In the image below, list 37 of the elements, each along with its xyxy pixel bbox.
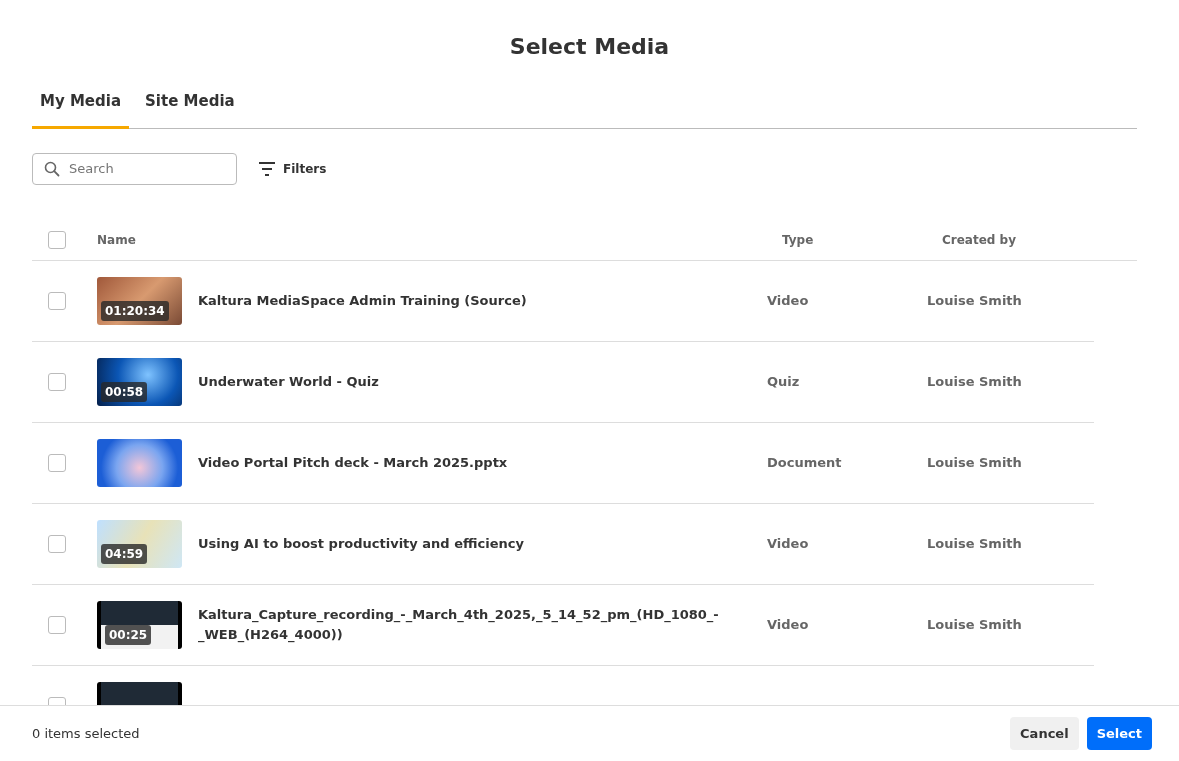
media-type: Document [767, 454, 843, 473]
filter-icon [259, 161, 275, 176]
duration-label: 01:20:34 [101, 300, 169, 321]
media-type: Quiz [767, 373, 801, 392]
media-name: Using AI to boost productivity and efficiency [198, 535, 525, 554]
duration-label: 00:25 [105, 624, 152, 645]
media-type: Video [767, 292, 810, 311]
media-type: Video [767, 616, 810, 635]
filters-button[interactable]: Filters [253, 158, 333, 179]
duration-label: 00:58 [101, 381, 148, 402]
media-name: Video Portal Pitch deck - March 2025.pptx [198, 454, 509, 473]
creator-name: Louise Smith [927, 535, 1022, 554]
row-checkbox[interactable] [48, 453, 66, 472]
tab[interactable]: My Media [32, 86, 130, 129]
row-checkbox[interactable] [48, 534, 66, 553]
media-type: Video [767, 535, 810, 554]
column-header: Type [782, 233, 814, 248]
media-name: Underwater World - Quiz [198, 373, 380, 392]
media-name: Kaltura MediaSpace Admin Training (Source) [198, 292, 528, 311]
column-header: Name [97, 233, 136, 248]
creator-name: Louise Smith [927, 616, 1022, 635]
tab[interactable]: Site Media [137, 86, 243, 129]
media-name: Kaltura_Capture_recording_-_March_4th_2025,_5_14_52_pm_(HD_1080_-_WEB_(H264_4000)) [198, 606, 720, 645]
select-all-checkbox[interactable] [48, 231, 66, 250]
creator-name: Louise Smith [927, 454, 1022, 473]
row-checkbox[interactable] [48, 372, 66, 391]
row-checkbox[interactable] [48, 615, 66, 634]
select-button[interactable]: Select [1086, 716, 1152, 751]
creator-name: Louise Smith [927, 292, 1022, 311]
selection-count: 0 items selected [32, 724, 140, 743]
cancel-button[interactable]: Cancel [1010, 716, 1079, 751]
dialog-title: Select Media [508, 33, 671, 61]
row-checkbox[interactable] [48, 291, 66, 310]
creator-name: Louise Smith [927, 373, 1022, 392]
search-field[interactable]: Search [32, 152, 237, 185]
duration-label: 04:59 [101, 543, 148, 564]
column-header: Created by [942, 233, 1016, 248]
